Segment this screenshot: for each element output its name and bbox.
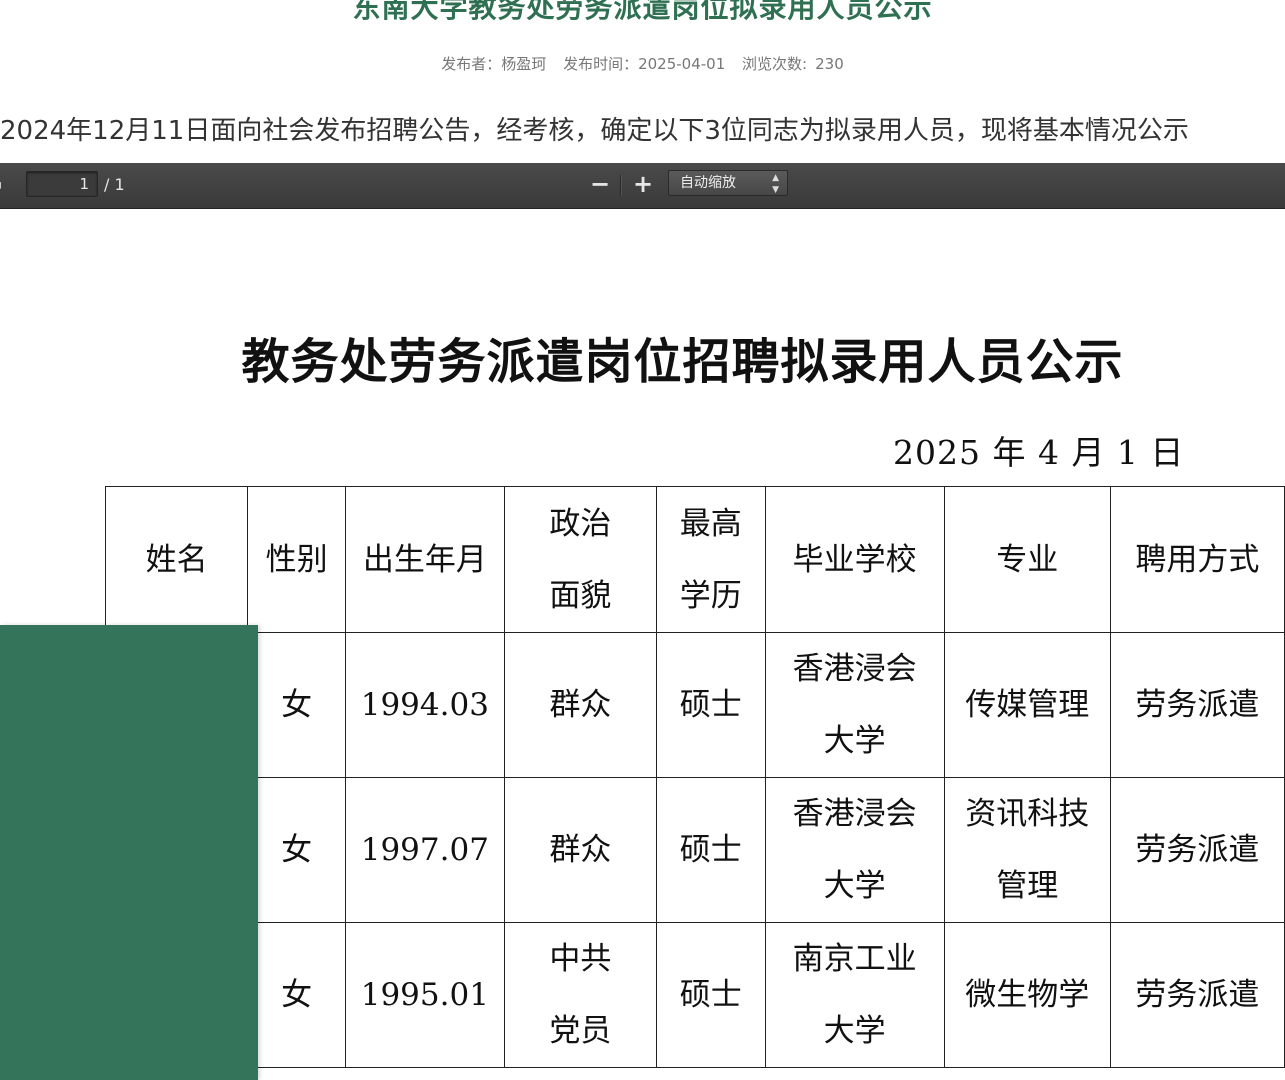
zoom-select[interactable]: 自动缩放 ▲ ▼ bbox=[668, 170, 788, 196]
cell-birth: 1997.07 bbox=[344, 777, 505, 923]
publish-date: 2025-04-01 bbox=[638, 55, 726, 73]
table-row: 女 1997.07 群众 硕士 香港浸会 大学 资讯科技 管理 劳务派遣 bbox=[104, 777, 1285, 923]
cell-school: 香港浸会 大学 bbox=[764, 632, 945, 778]
cell-school: 香港浸会 大学 bbox=[764, 777, 945, 923]
pdf-toolbar: ◂ 1 / 1 − + 自动缩放 ▲▼ bbox=[0, 163, 1285, 209]
cell-major: 传媒管理 bbox=[943, 632, 1111, 778]
page-number-input[interactable]: 1 bbox=[26, 171, 98, 197]
header-major: 专业 bbox=[943, 486, 1111, 633]
date-label: 发布时间： bbox=[563, 55, 639, 73]
cell-political: 群众 bbox=[503, 777, 658, 923]
cell-degree: 硕士 bbox=[656, 777, 766, 923]
previous-page-icon[interactable]: ◂ bbox=[0, 177, 8, 193]
cell-employment: 劳务派遣 bbox=[1109, 777, 1285, 923]
publish-date-info: 发布时间：2025-04-01 bbox=[563, 55, 725, 73]
cell-degree: 硕士 bbox=[656, 632, 766, 778]
cell-major: 资讯科技 管理 bbox=[943, 777, 1111, 923]
page-total: / 1 bbox=[104, 175, 125, 194]
article-meta: 发布者：杨盈珂 发布时间：2025-04-01 浏览次数: 230 bbox=[0, 53, 1285, 74]
publisher-name: 杨盈珂 bbox=[501, 55, 547, 73]
candidate-table: 姓名 性别 出生年月 政治 面貌 最高 学历 毕业学校 专业 聘用方式 女 1994… bbox=[104, 486, 1285, 1068]
table-row: 女 1994.03 群众 硕士 香港浸会 大学 传媒管理 劳务派遣 bbox=[104, 632, 1285, 778]
header-birth: 出生年月 bbox=[344, 486, 505, 633]
header-gender: 性别 bbox=[247, 486, 346, 633]
view-count-info: 浏览次数: 230 bbox=[742, 55, 844, 73]
zoom-select-value: 自动缩放 bbox=[680, 175, 736, 191]
header-school: 毕业学校 bbox=[764, 486, 945, 633]
cell-political: 中共 党员 bbox=[503, 922, 658, 1068]
header-political: 政治 面貌 bbox=[503, 486, 658, 633]
toolbar-separator bbox=[620, 175, 621, 195]
zoom-in-button[interactable]: + bbox=[628, 169, 658, 199]
publisher-info: 发布者：杨盈珂 bbox=[441, 55, 546, 73]
header-degree: 最高 学历 bbox=[656, 486, 766, 633]
publisher-label: 发布者： bbox=[441, 55, 502, 73]
cell-gender: 女 bbox=[247, 922, 346, 1068]
table-header-row: 姓名 性别 出生年月 政治 面貌 最高 学历 毕业学校 专业 聘用方式 bbox=[104, 486, 1285, 633]
zoom-out-button[interactable]: − bbox=[585, 169, 615, 199]
table-row: 女 1995.01 中共 党员 硕士 南京工业 大学 微生物学 劳务派遣 bbox=[104, 922, 1285, 1068]
cell-employment: 劳务派遣 bbox=[1109, 632, 1285, 778]
header-name: 姓名 bbox=[104, 486, 249, 633]
cell-birth: 1994.03 bbox=[344, 632, 505, 778]
redaction-overlay bbox=[0, 625, 258, 1080]
views-label: 浏览次数: bbox=[742, 55, 808, 73]
document-title: 教务处劳务派遣岗位招聘拟录用人员公示 bbox=[241, 334, 1124, 390]
header-employment: 聘用方式 bbox=[1109, 486, 1285, 633]
cell-major: 微生物学 bbox=[943, 922, 1111, 1068]
cell-school: 南京工业 大学 bbox=[764, 922, 945, 1068]
select-arrows-icon: ▲ ▼ bbox=[772, 173, 779, 195]
cell-employment: 劳务派遣 bbox=[1109, 922, 1285, 1068]
view-count: 230 bbox=[815, 55, 844, 73]
cell-gender: 女 bbox=[247, 777, 346, 923]
cell-degree: 硕士 bbox=[656, 922, 766, 1068]
cell-gender: 女 bbox=[247, 632, 346, 778]
intro-paragraph: 2024年12月11日面向社会发布招聘公告，经考核，确定以下3位同志为拟录用人员… bbox=[0, 116, 1189, 146]
cell-birth: 1995.01 bbox=[344, 922, 505, 1068]
document-date: 2025 年 4 月 1 日 bbox=[893, 433, 1185, 472]
cell-political: 群众 bbox=[503, 632, 658, 778]
page-title: 东南大学教务处劳务派遣岗位拟录用人员公示 bbox=[352, 0, 933, 24]
